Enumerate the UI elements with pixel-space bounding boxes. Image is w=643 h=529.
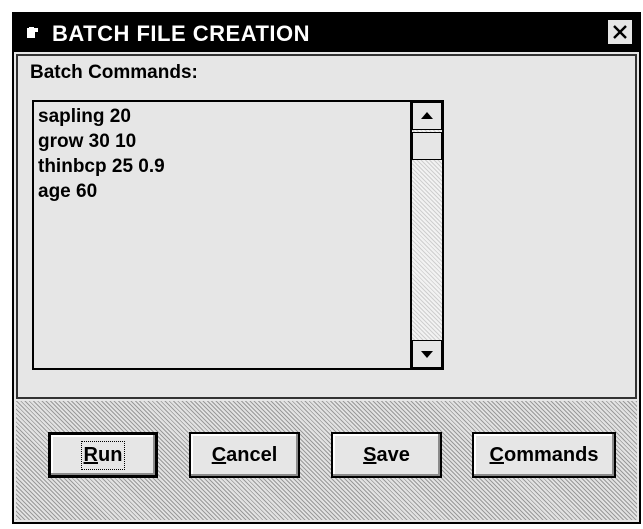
vertical-scrollbar[interactable] — [412, 100, 444, 370]
cancel-button-label: Cancel — [211, 443, 278, 466]
run-button[interactable]: Run — [48, 432, 158, 478]
save-button-label: Save — [363, 443, 410, 466]
batch-commands-panel: Batch Commands: sapling 20 grow 30 10 th… — [16, 54, 637, 399]
close-icon — [613, 25, 627, 39]
close-button[interactable] — [607, 19, 633, 45]
scroll-down-arrow-icon — [421, 351, 433, 358]
batch-file-creation-window: BATCH FILE CREATION Batch Commands: sapl… — [12, 12, 641, 524]
window-title: BATCH FILE CREATION — [52, 21, 310, 46]
run-button-label: Run — [80, 440, 126, 470]
batch-commands-listbox[interactable]: sapling 20 grow 30 10 thinbcp 25 0.9 age… — [32, 100, 412, 370]
scroll-up-arrow-icon — [421, 112, 433, 119]
list-item[interactable]: age 60 — [38, 181, 97, 203]
cancel-button[interactable]: Cancel — [189, 432, 300, 478]
title-bar[interactable]: BATCH FILE CREATION — [14, 14, 639, 52]
scroll-thumb[interactable] — [412, 132, 442, 160]
list-item[interactable]: grow 30 10 — [38, 131, 136, 153]
scroll-up-button[interactable] — [412, 102, 442, 130]
list-item[interactable]: sapling 20 — [38, 106, 131, 128]
save-button[interactable]: Save — [331, 432, 442, 478]
button-bar: Run Cancel Save Commands — [16, 401, 637, 520]
commands-button-label: Commands — [489, 443, 599, 466]
commands-button[interactable]: Commands — [472, 432, 616, 478]
scroll-down-button[interactable] — [412, 340, 442, 368]
window-menu-icon[interactable] — [26, 26, 40, 40]
batch-commands-label: Batch Commands: — [30, 62, 198, 83]
list-item[interactable]: thinbcp 25 0.9 — [38, 156, 165, 178]
